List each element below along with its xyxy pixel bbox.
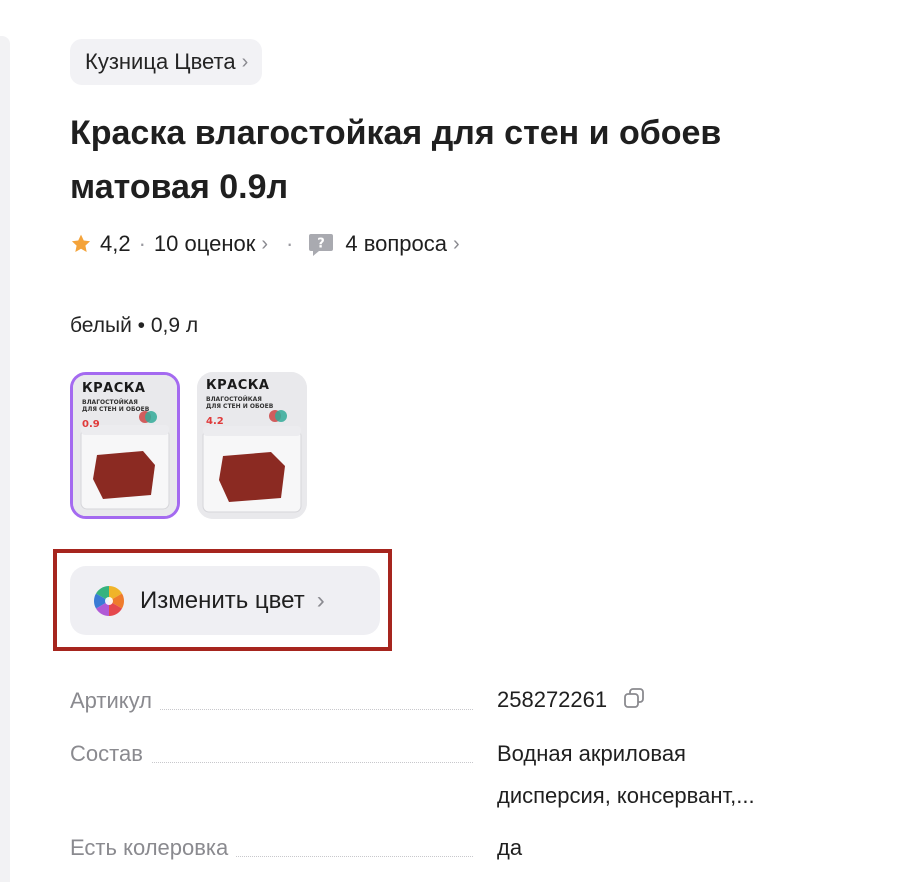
chevron-right-icon: › bbox=[261, 232, 269, 255]
left-panel-edge bbox=[0, 36, 10, 882]
color-wheel-icon bbox=[93, 585, 125, 616]
copy-icon[interactable] bbox=[623, 687, 645, 709]
rating-row: 4,2 · 10 оценок › · ? 4 вопроса › bbox=[70, 226, 460, 262]
spec-value: 258272261 bbox=[497, 687, 608, 712]
questions-count: 4 вопроса bbox=[345, 231, 447, 256]
questions-link[interactable]: ? 4 вопроса › bbox=[307, 231, 460, 257]
star-icon bbox=[71, 234, 91, 252]
chevron-right-icon: › bbox=[316, 586, 325, 614]
change-color-label: Изменить цвет bbox=[140, 586, 305, 614]
thumbnail-subtitle: ВЛАГОСТОЙКАЯ ДЛЯ СТЕН И ОБОЕВ bbox=[82, 399, 150, 413]
spec-value: Водная акриловая bbox=[497, 741, 686, 766]
spec-value: дисперсия, консервант,... bbox=[497, 783, 755, 808]
thumbnail-subtitle: ВЛАГОСТОЙКАЯ ДЛЯ СТЕН И ОБОЕВ bbox=[206, 396, 274, 410]
separator-dot: · bbox=[286, 231, 294, 256]
svg-text:?: ? bbox=[318, 237, 326, 252]
paint-bucket-image bbox=[73, 375, 177, 516]
chevron-right-icon: › bbox=[453, 232, 460, 255]
spec-value: да bbox=[497, 835, 523, 860]
thumbnail-title: КРАСКА bbox=[82, 381, 146, 396]
question-bubble-icon: ? bbox=[309, 234, 334, 256]
paint-bucket-image bbox=[197, 372, 307, 519]
selected-variant-label: белый • 0,9 л bbox=[70, 314, 199, 337]
thumbnail-volume: 4.2 bbox=[206, 416, 224, 427]
article-number: 258272261 bbox=[497, 679, 645, 721]
brand-chip[interactable]: Кузница Цвета › bbox=[70, 39, 263, 85]
separator-dot: · bbox=[138, 231, 146, 256]
reviews-link[interactable]: 10 оценок › bbox=[154, 231, 268, 257]
thumbnail-title: КРАСКА bbox=[206, 378, 270, 393]
rating-value: 4,2 bbox=[100, 231, 131, 256]
variant-thumbnail[interactable]: КРАСКА ВЛАГОСТОЙКАЯ ДЛЯ СТЕН И ОБОЕВ 4.2 bbox=[197, 372, 307, 519]
spec-key: Есть колеровка bbox=[70, 835, 237, 861]
variant-thumbnail-selected[interactable]: КРАСКА ВЛАГОСТОЙКАЯ ДЛЯ СТЕН И ОБОЕВ 0.9 bbox=[70, 372, 180, 519]
product-title: Краска влагостойкая для стен и обоев мат… bbox=[70, 114, 722, 206]
reviews-count: 10 оценок bbox=[153, 231, 256, 256]
chevron-right-icon: › bbox=[241, 50, 249, 73]
spec-key: Артикул bbox=[70, 688, 161, 714]
thumbnail-volume: 0.9 bbox=[82, 419, 100, 430]
change-color-button[interactable]: Изменить цвет › bbox=[70, 566, 380, 635]
brand-label: Кузница Цвета bbox=[85, 49, 236, 74]
spec-key: Состав bbox=[70, 741, 151, 767]
